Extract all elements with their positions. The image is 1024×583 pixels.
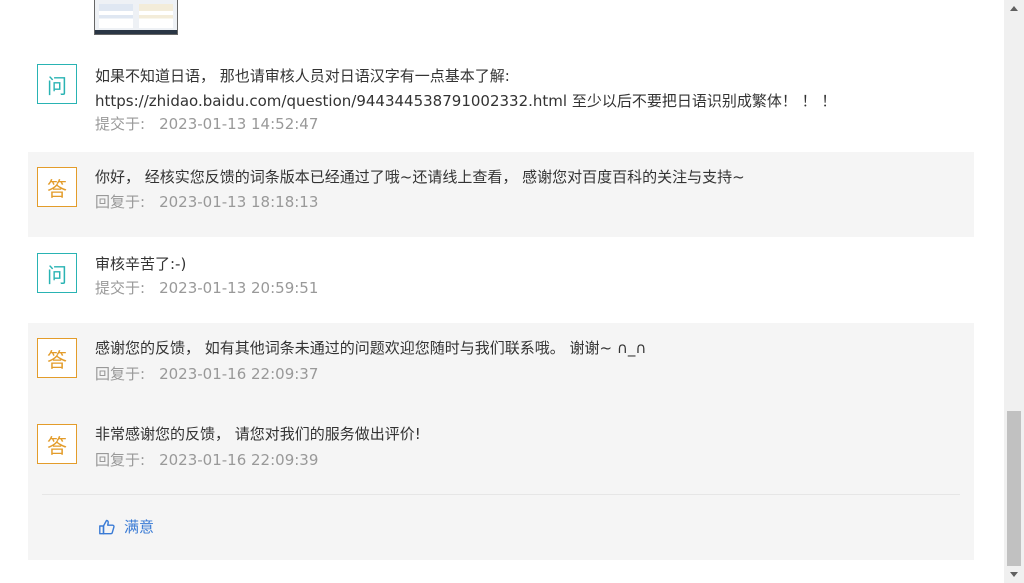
scroll-down-icon[interactable]	[1004, 566, 1024, 583]
question-badge-icon: 问	[37, 253, 77, 293]
message-text: 审核辛苦了:-)	[95, 255, 187, 273]
scroll-up-icon[interactable]	[1004, 0, 1024, 17]
answer-badge-icon: 答	[37, 167, 77, 207]
message-text: 如果不知道日语， 那也请审核人员对日语汉字有一点基本了解: https://zh…	[95, 64, 954, 114]
meta-label: 提交于:	[95, 115, 146, 133]
answer-badge-icon: 答	[37, 338, 77, 378]
thumbs-up-icon	[99, 519, 115, 534]
message-text-line: https://zhidao.baidu.com/question/944344…	[95, 92, 837, 110]
answer-message: 答 你好， 经核实您反馈的词条版本已经通过了哦~还请线上查看， 感谢您对百度百科…	[28, 152, 974, 237]
thumbnail-column-right	[139, 4, 173, 28]
meta-timestamp: 2023-01-13 14:52:47	[159, 115, 319, 133]
scrollbar-thumb[interactable]	[1007, 411, 1021, 566]
thumbnail-column-left	[99, 4, 133, 28]
message-meta: 提交于: 2023-01-13 14:52:47	[95, 113, 318, 135]
message-text: 非常感谢您的反馈， 请您对我们的服务做出评价!	[95, 425, 421, 443]
rating-divider	[42, 494, 960, 495]
question-message: 问 审核辛苦了:-) 提交于: 2023-01-13 20:59:51	[28, 240, 974, 310]
question-badge-icon: 问	[37, 64, 77, 104]
answer-badge-icon: 答	[37, 424, 77, 464]
meta-label: 回复于:	[95, 451, 146, 469]
meta-label: 回复于:	[95, 193, 146, 211]
attached-screenshot-thumbnail[interactable]	[94, 0, 178, 35]
message-meta: 回复于: 2023-01-16 22:09:37	[95, 363, 318, 385]
meta-timestamp: 2023-01-13 20:59:51	[159, 279, 319, 297]
meta-timestamp: 2023-01-16 22:09:39	[159, 451, 319, 469]
message-meta: 回复于: 2023-01-16 22:09:39	[95, 449, 318, 471]
message-text-line: 如果不知道日语， 那也请审核人员对日语汉字有一点基本了解:	[95, 67, 510, 85]
meta-timestamp: 2023-01-13 18:18:13	[159, 193, 319, 211]
satisfied-label: 满意	[124, 518, 155, 536]
meta-timestamp: 2023-01-16 22:09:37	[159, 365, 319, 383]
vertical-scrollbar[interactable]	[1004, 0, 1024, 583]
thumbnail-taskbar	[95, 30, 177, 34]
meta-label: 提交于:	[95, 279, 146, 297]
message-text: 感谢您的反馈， 如有其他词条未通过的问题欢迎您随时与我们联系哦。 谢谢~ ∩_∩	[95, 339, 647, 357]
message-text: 你好， 经核实您反馈的词条版本已经通过了哦~还请线上查看， 感谢您对百度百科的关…	[95, 168, 745, 186]
message-meta: 回复于: 2023-01-13 18:18:13	[95, 191, 318, 213]
message-meta: 提交于: 2023-01-13 20:59:51	[95, 277, 318, 299]
question-message: 问 如果不知道日语， 那也请审核人员对日语汉字有一点基本了解: https://…	[28, 55, 974, 143]
meta-label: 回复于:	[95, 365, 146, 383]
answer-group: 答 感谢您的反馈， 如有其他词条未通过的问题欢迎您随时与我们联系哦。 谢谢~ ∩…	[28, 323, 974, 560]
satisfied-rating-button[interactable]: 满意	[98, 516, 154, 537]
